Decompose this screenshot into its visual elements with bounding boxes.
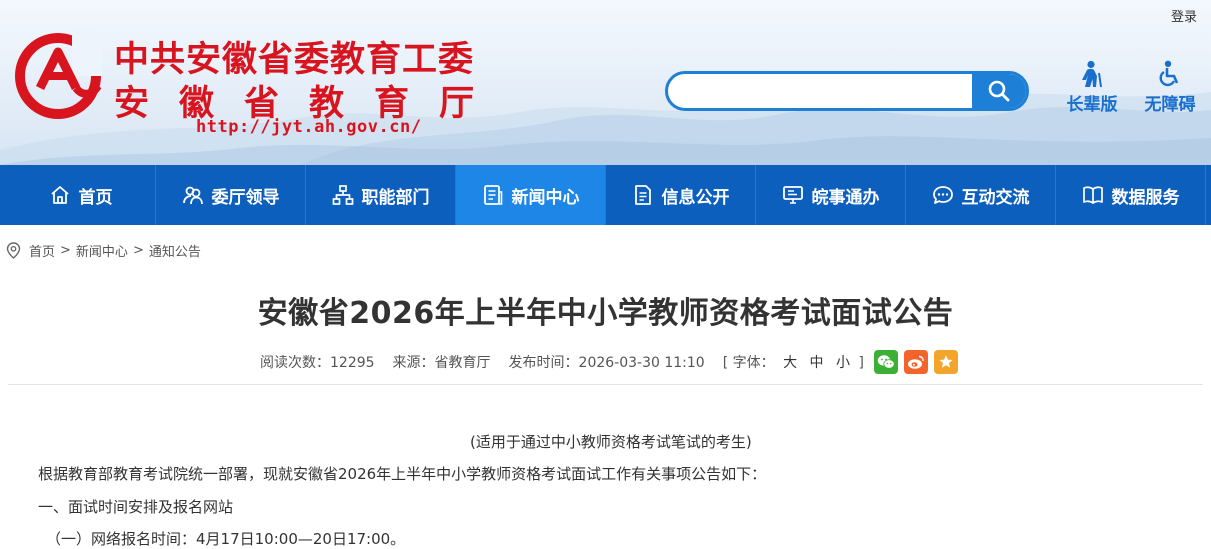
breadcrumb-home[interactable]: 首页 (29, 241, 55, 260)
nav-label: 数据服务 (1111, 187, 1180, 208)
breadcrumb-separator: > (132, 242, 144, 258)
education-logo-icon (15, 30, 102, 119)
org-chart-icon (332, 185, 353, 205)
search-icon (988, 80, 1010, 102)
section-heading: 一、面试时间安排及报名网站 (38, 498, 234, 516)
elder-mode-label: 长辈版 (1066, 95, 1118, 115)
nav-item-interaction[interactable]: 互动交流 (906, 165, 1056, 225)
nav-item-data-services[interactable]: 数据服务 (1056, 165, 1206, 225)
book-icon (1082, 186, 1103, 204)
nav-item-home[interactable]: 首页 (6, 165, 156, 225)
favorite-button[interactable] (933, 350, 958, 374)
breadcrumb-separator: > (60, 242, 71, 258)
header-banner: 登录 中共安徽省委教育工委 安徽省教育厅 http://jyt.ah.gov.c… (0, 0, 1211, 165)
main-nav: 首页 委厅领导 职能部门 新闻中心 信息公开 皖事通办 互动交流 数据服务 (0, 165, 1211, 225)
elder-icon (1082, 60, 1102, 88)
font-size-close: ] (858, 355, 864, 371)
publish-time: 发布时间：2026-03-30 11:10 (508, 355, 705, 371)
nav-label: 委厅领导 (211, 187, 280, 208)
nav-item-departments[interactable]: 职能部门 (306, 165, 456, 225)
login-link[interactable]: 登录 (1171, 6, 1197, 25)
weibo-icon (907, 355, 924, 369)
wheelchair-icon (1159, 60, 1179, 87)
nav-item-services[interactable]: 皖事通办 (756, 165, 906, 225)
nav-item-news[interactable]: 新闻中心 (456, 165, 606, 225)
article-source: 来源：省教育厅 (392, 355, 491, 371)
nav-label: 皖事通办 (811, 187, 880, 208)
article-subtitle: (适用于通过中小教师资格考试笔试的考生) (470, 433, 752, 451)
divider (8, 384, 1203, 385)
nav-label: 信息公开 (661, 187, 730, 208)
breadcrumb: 首页 > 新闻中心 > 通知公告 (6, 240, 201, 260)
font-size-medium[interactable]: 中 (810, 355, 824, 371)
font-size-selector: [ 字体： 大 中 小 ] (723, 352, 864, 372)
monitor-icon (782, 186, 803, 204)
barrier-free-button[interactable]: 无障碍 (1138, 60, 1202, 115)
article-title: 安徽省2026年上半年中小学教师资格考试面试公告 (257, 296, 954, 331)
search-box (665, 71, 1029, 111)
news-icon (483, 185, 502, 205)
website-url: http://jyt.ah.gov.cn/ (196, 117, 422, 137)
favorite-icon (939, 355, 953, 368)
article-meta: 阅读次数：12295 来源：省教育厅 发布时间：2026-03-30 11:10… (260, 350, 958, 374)
leaders-icon (182, 186, 203, 205)
document-icon (634, 185, 651, 205)
search-input[interactable] (668, 74, 974, 108)
nav-item-info-disclosure[interactable]: 信息公开 (606, 165, 756, 225)
article-paragraph: 根据教育部教育考试院统一部署，现就安徽省2026年上半年中小学教师资格考试面试工… (38, 465, 767, 483)
share-weibo-button[interactable] (903, 350, 928, 374)
elder-mode-button[interactable]: 长辈版 (1060, 60, 1124, 115)
chat-icon (932, 186, 953, 204)
nav-label: 职能部门 (361, 187, 430, 208)
breadcrumb-news[interactable]: 新闻中心 (76, 241, 128, 260)
search-button[interactable] (972, 74, 1026, 108)
location-pin-icon (6, 241, 21, 259)
font-size-large[interactable]: 大 (783, 355, 797, 371)
nav-item-leaders[interactable]: 委厅领导 (156, 165, 306, 225)
wechat-icon (877, 355, 895, 369)
home-icon (50, 186, 69, 204)
font-size-small[interactable]: 小 (836, 355, 850, 371)
nav-label: 互动交流 (961, 187, 1030, 208)
nav-label: 新闻中心 (511, 187, 580, 208)
barrier-free-label: 无障碍 (1144, 95, 1196, 115)
font-size-label: [ 字体： (722, 355, 775, 371)
read-count: 阅读次数：12295 (260, 355, 375, 371)
nav-label: 首页 (78, 187, 113, 208)
breadcrumb-notices[interactable]: 通知公告 (149, 241, 201, 260)
article-paragraph: （一）网络报名时间：4月17日10:00—20日17:00。 (46, 530, 406, 548)
share-wechat-button[interactable] (873, 350, 898, 374)
